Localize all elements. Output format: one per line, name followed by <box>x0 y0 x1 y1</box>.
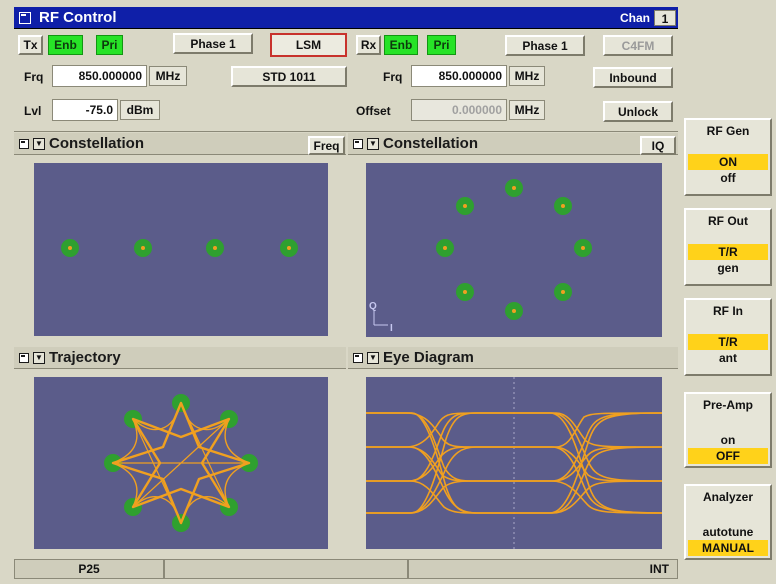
rf-in-tr-option[interactable]: T/R <box>688 334 768 350</box>
analyzer-title: Analyzer <box>702 490 754 504</box>
rx-frequency-field[interactable]: 850.000000 <box>411 65 507 87</box>
iq-axis-icon <box>373 311 388 326</box>
constellation-points <box>61 239 298 257</box>
panel-menu-icon[interactable] <box>353 352 363 363</box>
rf-out-tr-option[interactable]: T/R <box>688 244 768 260</box>
rf-out-control[interactable]: RF Out T/R gen <box>684 208 772 286</box>
rx-toggle[interactable]: Rx <box>356 35 381 55</box>
tx-frequency-field[interactable]: 850.000000 <box>52 65 147 87</box>
rf-gen-control[interactable]: RF Gen ON off <box>684 118 772 196</box>
rx-offset-label: Offset <box>356 104 391 118</box>
rx-mode-button: C4FM <box>603 35 673 56</box>
rx-offset-unit: MHz <box>509 100 545 120</box>
rx-offset-field: 0.000000 <box>411 99 507 121</box>
dropdown-arrow-icon[interactable]: ▼ <box>33 137 45 150</box>
trajectory-plot <box>34 377 328 549</box>
rx-inbound-button[interactable]: Inbound <box>593 67 673 88</box>
status-middle <box>164 559 408 579</box>
tx-enable[interactable]: Enb <box>48 35 83 55</box>
rf-in-title: RF In <box>713 304 743 318</box>
chan-value[interactable]: 1 <box>654 10 676 26</box>
rf-out-title: RF Out <box>708 214 748 228</box>
tx-constellation-title: Constellation <box>49 135 145 152</box>
analyzer-autotune-option[interactable]: autotune <box>688 524 768 540</box>
tx-frq-label: Frq <box>24 70 44 84</box>
tx-level-unit: dBm <box>120 100 160 120</box>
dropdown-arrow-icon[interactable]: ▼ <box>367 351 379 364</box>
rx-constellation-plot: Q I <box>366 163 662 337</box>
status-left: P25 <box>14 559 164 579</box>
rx-enable[interactable]: Enb <box>384 35 418 55</box>
axis-q-label: Q <box>369 301 377 312</box>
trajectory-trace <box>111 401 251 525</box>
window-title: RF Control <box>39 9 117 26</box>
axis-i-label: I <box>390 323 393 334</box>
status-mode: P25 <box>78 562 100 576</box>
pre-amp-on-option[interactable]: on <box>688 432 768 448</box>
panel-menu-icon[interactable] <box>19 352 29 363</box>
tx-constellation-header: ▼ Constellation <box>14 133 346 155</box>
panel-menu-icon[interactable] <box>19 138 29 149</box>
status-ref-source: INT <box>649 562 669 576</box>
tx-priority[interactable]: Pri <box>96 35 123 55</box>
eye-diagram-plot <box>366 377 662 549</box>
rx-unlock-button[interactable]: Unlock <box>603 101 673 122</box>
dropdown-arrow-icon[interactable]: ▼ <box>367 137 379 150</box>
trajectory-header: ▼ Trajectory <box>14 347 346 369</box>
eye-diagram-header: ▼ Eye Diagram <box>348 347 678 369</box>
rf-in-ant-option[interactable]: ant <box>688 350 768 366</box>
trajectory-title: Trajectory <box>49 349 121 366</box>
tx-constellation-plot <box>34 163 328 336</box>
chan-label: Chan <box>620 11 650 25</box>
tx-mode-button[interactable]: LSM <box>270 33 347 57</box>
tx-std-button[interactable]: STD 1011 <box>231 66 347 87</box>
rx-phase-button[interactable]: Phase 1 <box>505 35 585 56</box>
rf-in-control[interactable]: RF In T/R ant <box>684 298 772 376</box>
rf-gen-title: RF Gen <box>706 124 750 138</box>
title-bar: RF Control Chan 1 <box>14 7 678 29</box>
tx-frequency-unit: MHz <box>149 66 187 86</box>
rx-constellation-title: Constellation <box>383 135 479 152</box>
status-right: INT <box>408 559 678 579</box>
rx-constellation-iq-button[interactable]: IQ <box>640 136 676 155</box>
analyzer-manual-option[interactable]: MANUAL <box>688 540 768 556</box>
tx-lvl-label: Lvl <box>24 104 42 118</box>
panel-menu-icon[interactable] <box>353 138 363 149</box>
tx-phase-button[interactable]: Phase 1 <box>173 33 253 54</box>
rf-gen-on-option[interactable]: ON <box>688 154 768 170</box>
tx-constellation-freq-button[interactable]: Freq <box>308 136 345 155</box>
pre-amp-control[interactable]: Pre-Amp on OFF <box>684 392 772 468</box>
pre-amp-off-option[interactable]: OFF <box>688 448 768 464</box>
eye-diagram-title: Eye Diagram <box>383 349 474 366</box>
rx-constellation-header: ▼ Constellation <box>348 133 678 155</box>
dropdown-arrow-icon[interactable]: ▼ <box>33 351 45 364</box>
rx-frq-label: Frq <box>383 70 403 84</box>
rx-priority[interactable]: Pri <box>427 35 456 55</box>
tx-toggle[interactable]: Tx <box>18 35 43 55</box>
analyzer-control[interactable]: Analyzer autotune MANUAL <box>684 484 772 560</box>
window-menu-icon[interactable] <box>19 12 31 24</box>
rf-out-gen-option[interactable]: gen <box>688 260 768 276</box>
tx-level-field[interactable]: -75.0 <box>52 99 118 121</box>
pre-amp-title: Pre-Amp <box>702 398 753 412</box>
rx-frequency-unit: MHz <box>509 66 545 86</box>
rf-gen-off-option[interactable]: off <box>688 170 768 186</box>
